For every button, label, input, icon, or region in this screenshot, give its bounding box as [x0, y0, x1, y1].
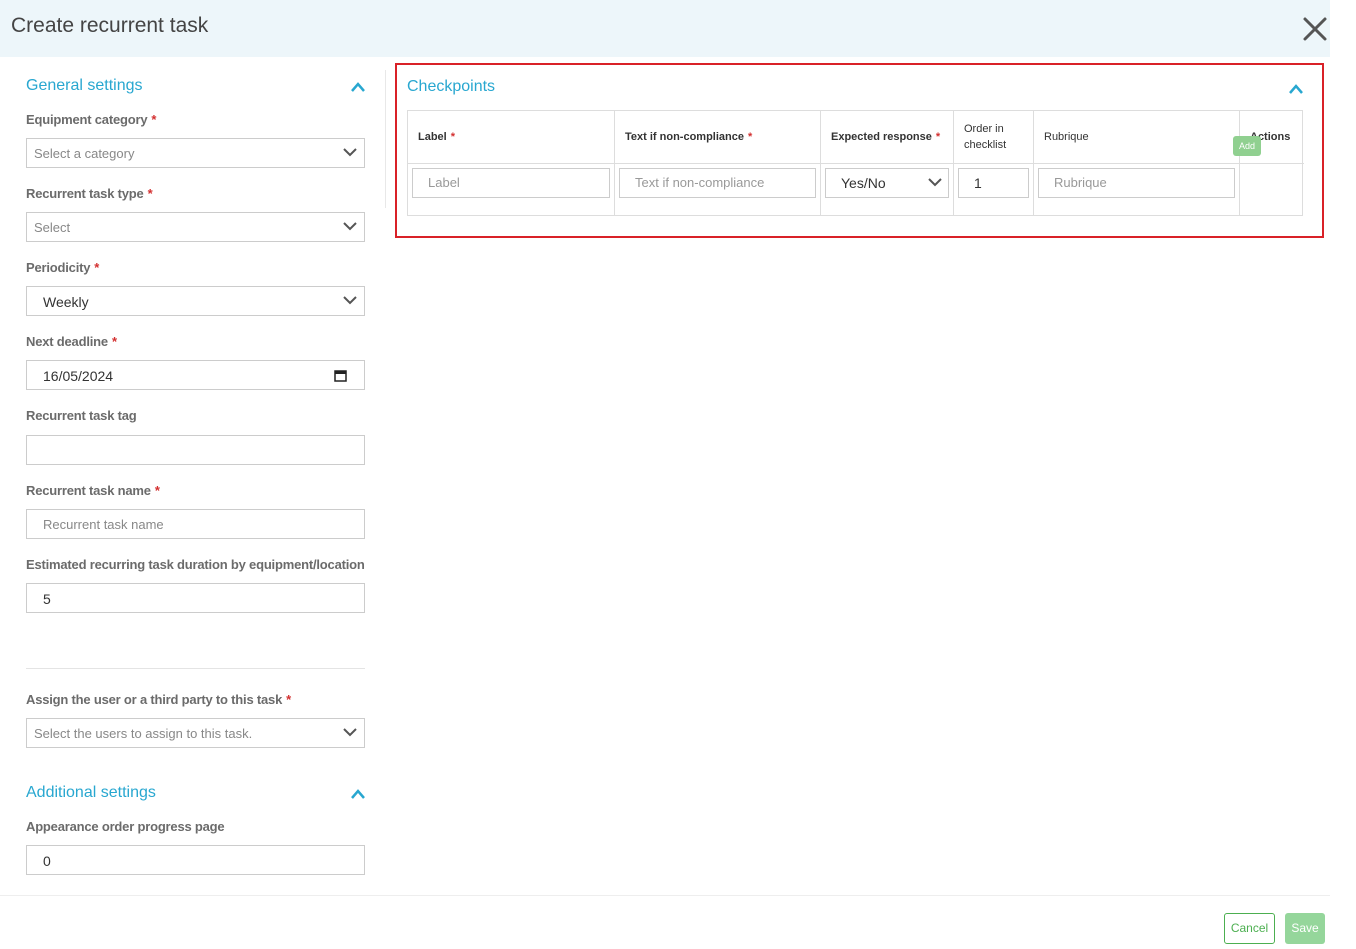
chevron-down-icon [343, 222, 357, 231]
duration-label: Estimated recurring task duration by equ… [26, 557, 365, 572]
checkpoint-label-input[interactable]: Label [412, 168, 610, 198]
divider [26, 668, 365, 669]
chevron-up-icon[interactable] [350, 788, 366, 800]
checkpoints-panel: Checkpoints Label * Text if non-complianc… [395, 63, 1324, 238]
column-separator [385, 70, 386, 208]
column-header-rubrique: Rubrique [1034, 111, 1240, 163]
add-checkpoint-button[interactable]: Add [1233, 136, 1261, 156]
duration-input[interactable]: 5 [26, 583, 365, 613]
chevron-up-icon[interactable] [350, 81, 366, 93]
column-header-noncompliance: Text if non-compliance * [615, 111, 821, 163]
calendar-icon[interactable] [334, 369, 347, 382]
task-name-label: Recurrent task name * [26, 483, 160, 498]
rubrique-input[interactable]: Rubrique [1038, 168, 1235, 198]
column-header-order: Order in checklist [954, 111, 1034, 163]
equipment-category-select[interactable]: Select a category [26, 138, 365, 168]
task-type-select[interactable]: Select [26, 212, 365, 242]
modal-header: Create recurrent task [0, 0, 1330, 57]
next-deadline-label: Next deadline * [26, 334, 117, 349]
chevron-down-icon [343, 296, 357, 305]
close-icon[interactable] [1301, 15, 1329, 43]
equipment-category-label: Equipment category * [26, 112, 157, 127]
task-type-label: Recurrent task type * [26, 186, 153, 201]
appearance-order-label: Appearance order progress page [26, 819, 225, 834]
table-cell: Text if non-compliance [615, 163, 821, 216]
order-input[interactable]: 1 [958, 168, 1029, 198]
chevron-down-icon [343, 728, 357, 737]
checkpoints-title: Checkpoints [407, 78, 496, 95]
cancel-button[interactable]: Cancel [1224, 913, 1275, 944]
task-tag-label: Recurrent task tag [26, 408, 137, 423]
task-name-input[interactable]: Recurrent task name [26, 509, 365, 539]
assign-label: Assign the user or a third party to this… [26, 692, 291, 707]
column-header-expected-response: Expected response * [821, 111, 954, 163]
table-cell: Label [408, 163, 615, 216]
assign-users-select[interactable]: Select the users to assign to this task. [26, 718, 365, 748]
table-cell: 1 [954, 163, 1034, 216]
periodicity-select[interactable]: Weekly [26, 286, 365, 316]
expected-response-select[interactable]: Yes/No [825, 168, 949, 198]
general-settings-panel: General settings Equipment category * Sel… [0, 57, 385, 895]
next-deadline-input[interactable]: 16/05/2024 [26, 360, 365, 390]
table-cell [1240, 163, 1304, 216]
save-button[interactable]: Save [1285, 913, 1325, 944]
table-cell: Rubrique [1034, 163, 1240, 216]
table-cell: Yes/No [821, 163, 954, 216]
chevron-down-icon [928, 178, 942, 187]
modal-footer: Cancel Save [0, 895, 1330, 949]
chevron-down-icon [343, 148, 357, 157]
additional-settings-title: Additional settings [26, 784, 156, 801]
general-settings-title: General settings [26, 77, 143, 94]
column-header-label: Label * [408, 111, 615, 163]
task-tag-input[interactable] [26, 435, 365, 465]
chevron-up-icon[interactable] [1288, 83, 1304, 95]
checkpoints-table: Label * Text if non-compliance * Expected … [407, 110, 1304, 216]
periodicity-label: Periodicity * [26, 260, 100, 275]
modal-title: Create recurrent task [11, 14, 209, 37]
appearance-order-input[interactable]: 0 [26, 845, 365, 875]
noncompliance-text-input[interactable]: Text if non-compliance [619, 168, 816, 198]
